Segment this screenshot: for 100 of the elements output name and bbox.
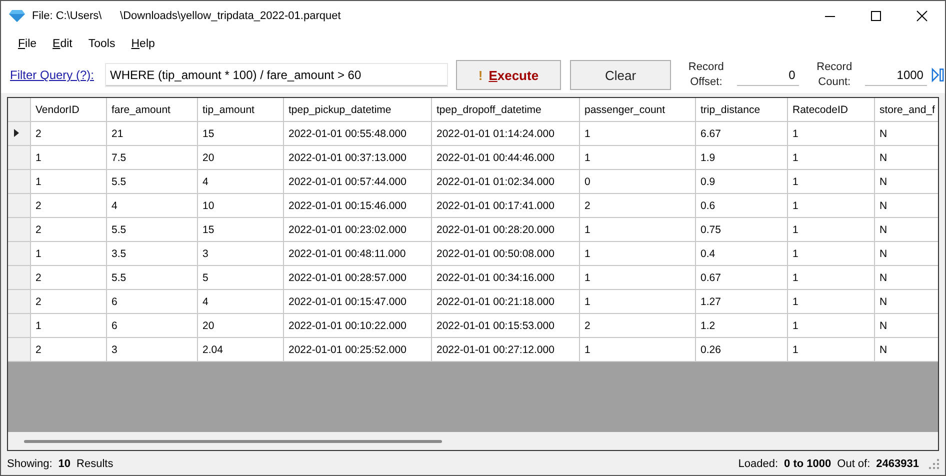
table-cell: 1 [36,320,42,332]
loaded-label: Loaded: [738,458,778,470]
column-header[interactable]: passenger_count [579,98,695,122]
table-cell: 21 [112,128,124,140]
table-cell: 6 [112,296,118,308]
column-header[interactable]: fare_amount [106,98,197,122]
column-header[interactable]: trip_distance [695,98,787,122]
showing-label: Showing: [7,458,52,470]
table-cell: 2022-01-01 00:15:53.000 [436,320,554,332]
table-cell: 1 [792,344,798,356]
table-cell: 2022-01-01 00:25:52.000 [288,344,406,356]
table-cell: 1 [792,224,798,236]
query-field[interactable]: WHERE (tip_amount * 100) / fare_amount > 60 [106,64,447,86]
table-cell: 5.5 [112,224,126,236]
column-header[interactable]: tip_amount [197,98,283,122]
table-cell: N [880,320,888,332]
menu-item[interactable]: Tools [81,38,124,50]
table-cell: 15 [202,128,214,140]
table-cell: 2 [36,224,42,236]
table-cell: 2 [584,200,590,212]
scrollbar-thumb[interactable] [24,440,442,442]
table-cell: N [880,296,888,308]
table-cell: 2 [36,272,42,284]
total-count: 2463931 [876,458,919,470]
table-cell: 1 [584,272,590,284]
table-cell: 1 [792,320,798,332]
table-cell: 2022-01-01 00:21:18.000 [436,296,554,308]
table-cell: 1.27 [700,296,721,308]
table-cell: 3.5 [112,248,126,260]
resize-grip-icon[interactable] [929,459,939,469]
table-cell: 0.67 [700,272,721,284]
table-cell: 20 [202,320,214,332]
record-count-label: Record Count: [816,60,854,90]
table-cell: 1 [584,248,590,260]
table-cell: 1 [792,176,798,188]
execute-button[interactable]: ! Execute [456,60,561,90]
table-cell: 0.9 [700,176,716,188]
menu-item[interactable]: Help [124,38,164,50]
result-count: 10 [58,458,71,470]
table-cell: 6 [112,320,118,332]
table-cell: 1 [584,224,590,236]
results-label: Results [76,458,114,470]
table-cell: 1 [36,248,42,260]
table-cell: 2022-01-01 00:28:57.000 [288,272,406,284]
table-cell: 10 [202,200,214,212]
table-cell: 1 [792,272,798,284]
column-header[interactable]: store_and_f [874,98,938,122]
out-of-label: Out of: [837,458,870,470]
table-cell: 2022-01-01 00:55:48.000 [288,128,406,140]
column-header[interactable]: RatecodeID [787,98,874,122]
table-cell: N [880,200,888,212]
table-cell: 7.5 [112,152,126,164]
table-cell: N [880,272,888,284]
table-cell: 2 [36,344,42,356]
table-cell: 2022-01-01 00:15:47.000 [288,296,406,308]
table-cell: 1 [792,248,798,260]
table-cell: 5.5 [112,176,126,188]
table-cell: 2022-01-01 00:48:11.000 [288,248,406,260]
table-cell: 2 [36,296,42,308]
table-cell: 0.6 [700,200,716,212]
diamond-icon [9,10,25,22]
table-cell: N [880,344,888,356]
table-cell: 1.9 [700,152,716,164]
table-cell: 2.04 [202,344,223,356]
table-cell: 2022-01-01 00:57:44.000 [288,176,406,188]
table-cell: 4 [202,176,208,188]
column-header[interactable]: VendorID [30,98,106,122]
table-cell: 2022-01-01 00:23:02.000 [288,224,406,236]
table-cell: 5 [202,272,208,284]
skip-to-end-icon[interactable] [931,67,946,83]
loaded-range: 0 to 1000 [784,458,832,470]
table-cell: N [880,152,888,164]
table-cell: 4 [202,296,208,308]
table-cell: 2022-01-01 00:34:16.000 [436,272,554,284]
table-cell: 2022-01-01 00:37:13.000 [288,152,406,164]
menu-item[interactable]: File [11,38,46,50]
row-header[interactable] [8,122,30,146]
table-cell: 2022-01-01 00:28:20.000 [436,224,554,236]
table-cell: 1 [584,152,590,164]
table-cell: 1 [792,128,798,140]
table-cell: 2022-01-01 00:15:46.000 [288,200,406,212]
filter-query-link[interactable]: Filter Query (?): [10,68,94,82]
clear-button[interactable]: Clear [570,60,672,90]
table-cell: 1 [792,152,798,164]
table-cell: 1 [36,152,42,164]
table-cell: 2 [36,200,42,212]
table-cell: N [880,224,888,236]
table-cell: 1 [36,176,42,188]
table-cell: 2022-01-01 00:17:41.000 [436,200,554,212]
table-cell: 1.2 [700,320,716,332]
column-header[interactable]: tpep_dropoff_datetime [431,98,579,122]
table-cell: 1 [584,296,590,308]
table-cell: 1 [792,200,798,212]
table-cell: 6.67 [700,128,721,140]
table-cell: 2022-01-01 00:10:22.000 [288,320,406,332]
table-cell: 3 [202,248,208,260]
window-title: File: C:\Users\ \Downloads\yellow_tripdata_2022-01.parquet [32,10,341,22]
column-header[interactable]: tpep_pickup_datetime [283,98,431,122]
table-cell: 0.26 [700,344,721,356]
menu-item[interactable]: Edit [46,38,82,50]
